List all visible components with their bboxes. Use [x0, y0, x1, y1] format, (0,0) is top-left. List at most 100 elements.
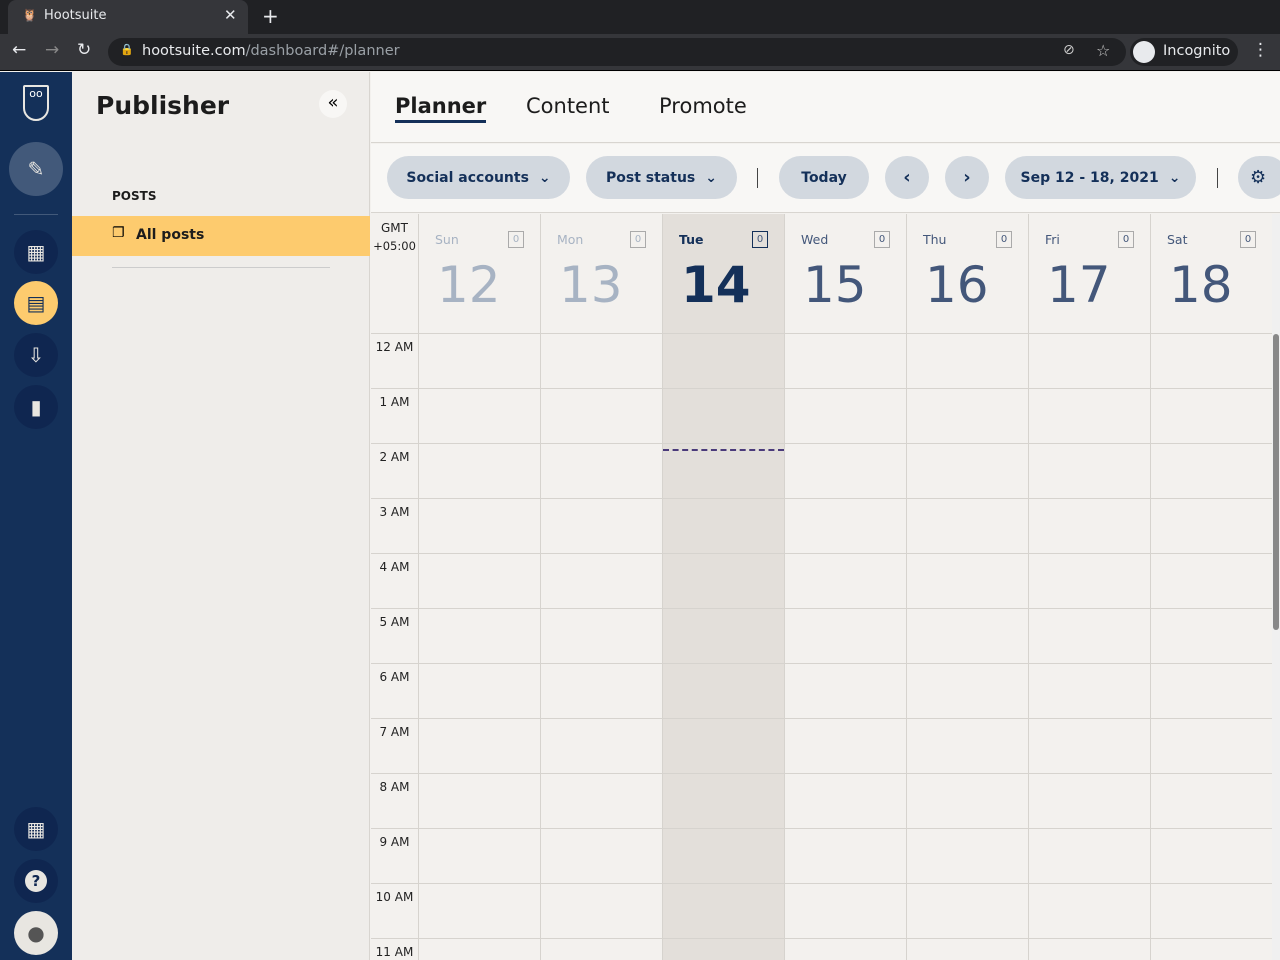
hour-label: 8 AM	[371, 780, 418, 794]
publisher-sidebar: Publisher « POSTS ❐ All posts	[72, 72, 370, 960]
today-button[interactable]: Today	[779, 156, 869, 199]
planner-toolbar: Social accounts ⌄ Post status ⌄ Today ‹ › …	[371, 144, 1280, 213]
post-count-badge: 0	[1240, 231, 1256, 248]
hour-gridline	[371, 333, 1272, 334]
post-count-badge: 0	[874, 231, 890, 248]
date-range-label: Sep 12 - 18, 2021	[1020, 169, 1159, 186]
hour-label: 3 AM	[371, 505, 418, 519]
back-icon[interactable]: ←	[12, 40, 26, 60]
new-tab-icon[interactable]: +	[262, 4, 279, 28]
browser-tab[interactable]: 🦉 Hootsuite ✕	[8, 0, 248, 34]
hour-gridline	[371, 938, 1272, 939]
star-icon[interactable]: ☆	[1096, 41, 1110, 60]
hour-label: 4 AM	[371, 560, 418, 574]
day-column-sat[interactable]: Sat 0 18	[1151, 214, 1272, 960]
post-count-badge: 0	[752, 231, 768, 248]
hour-gridline	[371, 883, 1272, 884]
dashboard-icon[interactable]: ▦	[14, 230, 58, 274]
social-accounts-label: Social accounts	[406, 169, 529, 186]
help-icon[interactable]: ?	[14, 859, 58, 903]
previous-week-button[interactable]: ‹	[885, 156, 929, 199]
day-name: Sun	[435, 232, 459, 247]
day-column-wed[interactable]: Wed 0 15	[785, 214, 907, 960]
scrollbar[interactable]	[1272, 214, 1280, 960]
post-status-label: Post status	[606, 169, 696, 186]
section-label: POSTS	[112, 189, 157, 203]
tab-content[interactable]: Content	[526, 94, 610, 118]
collapse-sidebar-button[interactable]: «	[319, 90, 347, 118]
day-column-sun[interactable]: Sun 0 12	[419, 214, 541, 960]
sidebar-title: Publisher	[96, 91, 230, 120]
day-number: 13	[559, 256, 623, 314]
browser-tab-bar: 🦉 Hootsuite ✕ +	[0, 0, 1280, 34]
day-name: Thu	[923, 232, 947, 247]
post-count-badge: 0	[996, 231, 1012, 248]
lock-icon: 🔒	[120, 43, 134, 56]
tab-title: Hootsuite	[44, 8, 107, 23]
week-calendar: GMT +05:00 Sun 0 12 Mon 0 13 Tue 0 14 Wed 0…	[371, 214, 1272, 960]
menu-icon[interactable]: ⋮	[1252, 40, 1269, 60]
hour-label: 5 AM	[371, 615, 418, 629]
eye-off-icon[interactable]: ⊘	[1063, 42, 1075, 58]
profile-avatar[interactable]: ●	[14, 911, 58, 955]
day-column-fri[interactable]: Fri 0 17	[1029, 214, 1151, 960]
current-time-indicator	[663, 449, 784, 451]
day-name: Fri	[1045, 232, 1060, 247]
close-tab-icon[interactable]: ✕	[224, 6, 237, 24]
scrollbar-thumb[interactable]	[1273, 334, 1279, 630]
compose-icon[interactable]: ✎	[9, 142, 63, 196]
post-count-badge: 0	[508, 231, 524, 248]
chevron-down-icon: ⌄	[1168, 169, 1181, 186]
day-column-tue[interactable]: Tue 0 14	[663, 214, 785, 960]
hour-label: 10 AM	[371, 890, 418, 904]
planner-calendar-icon[interactable]: ▤	[14, 281, 58, 325]
posts-stack-icon: ❐	[112, 225, 125, 241]
reload-icon[interactable]: ↻	[77, 40, 91, 60]
address-bar: ← → ↻ 🔒 hootsuite.com/dashboard#/planner…	[0, 34, 1280, 71]
day-number: 14	[681, 256, 751, 314]
hour-label: 12 AM	[371, 340, 418, 354]
timezone-offset: +05:00	[373, 239, 416, 253]
day-column-mon[interactable]: Mon 0 13	[541, 214, 663, 960]
hour-label: 7 AM	[371, 725, 418, 739]
day-name: Mon	[557, 232, 584, 247]
sidebar-divider	[112, 267, 330, 268]
forward-icon[interactable]: →	[45, 40, 59, 60]
day-number: 12	[437, 256, 501, 314]
post-status-dropdown[interactable]: Post status ⌄	[586, 156, 737, 199]
social-accounts-dropdown[interactable]: Social accounts ⌄	[387, 156, 570, 199]
url-path: /dashboard#/planner	[245, 43, 400, 59]
post-count-badge: 0	[630, 231, 646, 248]
hootsuite-logo-icon[interactable]: oo	[23, 85, 49, 121]
toolbar-divider	[1217, 168, 1218, 188]
incognito-label: Incognito	[1163, 43, 1231, 59]
settings-gear-icon[interactable]: ⚙	[1238, 156, 1280, 199]
hour-gridline	[371, 498, 1272, 499]
sidebar-item-label: All posts	[136, 227, 205, 243]
planner-main: Planner Content Promote Social accounts ⌄…	[371, 72, 1280, 960]
analytics-icon[interactable]: ▮	[14, 385, 58, 429]
inbox-icon[interactable]: ⇩	[14, 333, 58, 377]
sidebar-item-all-posts[interactable]: ❐ All posts	[72, 216, 370, 256]
toolbar-divider	[757, 168, 758, 188]
post-count-badge: 0	[1118, 231, 1134, 248]
apps-icon[interactable]: ▦	[14, 807, 58, 851]
date-range-dropdown[interactable]: Sep 12 - 18, 2021 ⌄	[1005, 156, 1196, 199]
tab-planner[interactable]: Planner	[395, 94, 487, 123]
day-number: 16	[925, 256, 989, 314]
hour-label: 11 AM	[371, 945, 418, 959]
hour-label: 1 AM	[371, 395, 418, 409]
app-rail: oo ✎ ▦ ▤ ⇩ ▮ ▦ ? ●	[0, 72, 72, 960]
tab-promote[interactable]: Promote	[659, 94, 747, 118]
url-host: hootsuite.com	[142, 43, 246, 59]
hour-gridline	[371, 828, 1272, 829]
incognito-badge[interactable]: Incognito	[1130, 38, 1238, 66]
next-week-button[interactable]: ›	[945, 156, 989, 199]
hour-gridline	[371, 773, 1272, 774]
main-tabs: Planner Content Promote	[371, 72, 1280, 143]
day-column-thu[interactable]: Thu 0 16	[907, 214, 1029, 960]
hour-gridline	[371, 553, 1272, 554]
hour-label: 2 AM	[371, 450, 418, 464]
url-field[interactable]: 🔒 hootsuite.com/dashboard#/planner ⊘ ☆	[108, 38, 1126, 66]
hour-gridline	[371, 608, 1272, 609]
